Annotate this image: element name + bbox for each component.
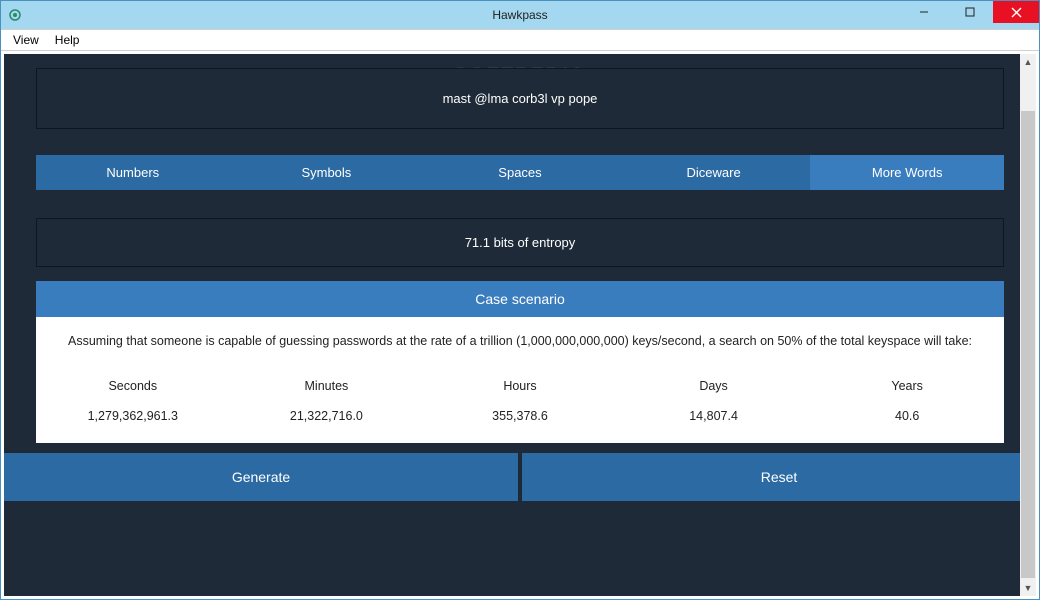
maximize-button[interactable] xyxy=(947,1,993,23)
options-row: Numbers Symbols Spaces Diceware More Wor… xyxy=(36,155,1004,190)
menu-help[interactable]: Help xyxy=(47,31,88,49)
scenario-description: Assuming that someone is capable of gues… xyxy=(36,317,1004,365)
col-header-minutes: Minutes xyxy=(230,373,424,403)
menubar: View Help xyxy=(1,29,1039,51)
generated-password[interactable]: mast @lma corb3l vp pope xyxy=(36,68,1004,129)
col-value-days: 14,807.4 xyxy=(617,403,811,429)
table-col: Days 14,807.4 xyxy=(617,373,811,429)
table-col: Minutes 21,322,716.0 xyxy=(230,373,424,429)
scroll-down-icon[interactable]: ▼ xyxy=(1020,580,1036,596)
col-header-days: Days xyxy=(617,373,811,403)
app-window: Hawkpass View Help SOFTPEDIA mast @lma c… xyxy=(0,0,1040,600)
scroll-up-icon[interactable]: ▲ xyxy=(1020,54,1036,70)
app-icon xyxy=(7,7,23,23)
col-value-seconds: 1,279,362,961.3 xyxy=(36,403,230,429)
col-header-years: Years xyxy=(810,373,1004,403)
generate-button[interactable]: Generate xyxy=(4,453,518,501)
option-symbols[interactable]: Symbols xyxy=(230,155,424,190)
scenario-table: Seconds 1,279,362,961.3 Minutes 21,322,7… xyxy=(36,365,1004,443)
table-col: Seconds 1,279,362,961.3 xyxy=(36,373,230,429)
scenario-title: Case scenario xyxy=(36,281,1004,317)
col-value-minutes: 21,322,716.0 xyxy=(230,403,424,429)
entropy-display: 71.1 bits of entropy xyxy=(36,218,1004,267)
action-row: Generate Reset xyxy=(4,453,1036,501)
titlebar[interactable]: Hawkpass xyxy=(1,1,1039,29)
col-header-hours: Hours xyxy=(423,373,617,403)
col-value-hours: 355,378.6 xyxy=(423,403,617,429)
option-diceware[interactable]: Diceware xyxy=(617,155,811,190)
table-col: Hours 355,378.6 xyxy=(423,373,617,429)
vertical-scrollbar[interactable]: ▲ ▼ xyxy=(1020,54,1036,596)
col-header-seconds: Seconds xyxy=(36,373,230,403)
content-area: SOFTPEDIA mast @lma corb3l vp pope Numbe… xyxy=(1,51,1039,599)
col-value-years: 40.6 xyxy=(810,403,1004,429)
window-controls xyxy=(901,1,1039,29)
menu-view[interactable]: View xyxy=(5,31,47,49)
table-col: Years 40.6 xyxy=(810,373,1004,429)
close-button[interactable] xyxy=(993,1,1039,23)
option-numbers[interactable]: Numbers xyxy=(36,155,230,190)
window-title: Hawkpass xyxy=(492,8,547,22)
scrollbar-thumb[interactable] xyxy=(1021,111,1035,578)
minimize-button[interactable] xyxy=(901,1,947,23)
option-more-words[interactable]: More Words xyxy=(810,155,1004,190)
app-body: SOFTPEDIA mast @lma corb3l vp pope Numbe… xyxy=(4,54,1036,596)
reset-button[interactable]: Reset xyxy=(522,453,1036,501)
scenario-box: Case scenario Assuming that someone is c… xyxy=(36,281,1004,443)
option-spaces[interactable]: Spaces xyxy=(423,155,617,190)
